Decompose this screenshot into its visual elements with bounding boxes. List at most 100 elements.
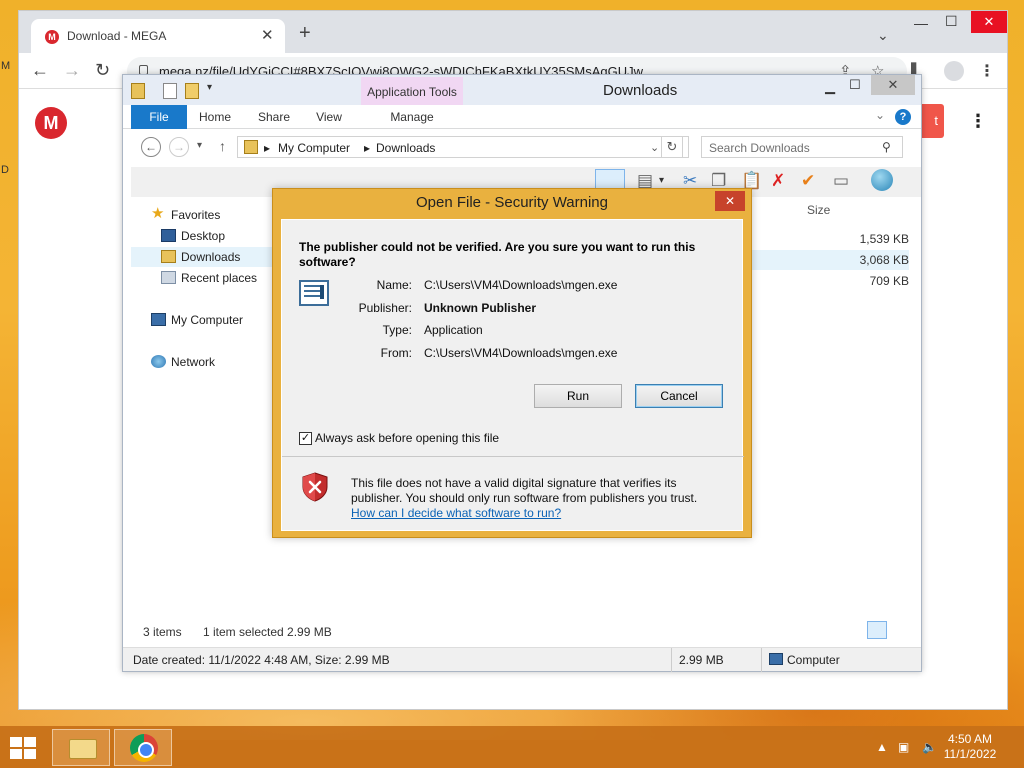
- explorer-maximize-icon[interactable]: ☐: [849, 77, 861, 93]
- explorer-minimize-icon[interactable]: ▁: [825, 79, 835, 95]
- status-bar: Date created: 11/1/2022 4:48 AM, Size: 2…: [123, 647, 921, 672]
- tab-view[interactable]: View: [309, 105, 349, 129]
- field-value-from: C:\Users\VM4\Downloads\mgen.exe: [424, 346, 618, 360]
- help-icon[interactable]: ?: [895, 109, 911, 125]
- nav-label: Desktop: [181, 229, 226, 243]
- tab-search-chevron-icon[interactable]: ⌄: [877, 27, 889, 44]
- new-folder-icon[interactable]: [185, 83, 199, 99]
- always-ask-checkbox[interactable]: ✓: [299, 432, 312, 445]
- dialog-close-button[interactable]: ✕: [715, 191, 745, 211]
- recent-locations-icon[interactable]: ▾: [197, 140, 202, 151]
- taskbar-chrome[interactable]: [114, 729, 172, 766]
- details-view-icon[interactable]: [867, 621, 887, 639]
- nav-label: Network: [171, 355, 216, 369]
- dialog-body: The publisher could not be verified. Are…: [281, 219, 744, 531]
- breadcrumb-separator-icon: ▸: [264, 141, 271, 155]
- tab-file[interactable]: File: [131, 105, 187, 129]
- always-ask-label[interactable]: Always ask before opening this file: [315, 431, 499, 445]
- mega-menu-icon[interactable]: ⋮: [969, 111, 987, 132]
- browser-close-button[interactable]: ✕: [971, 11, 1007, 33]
- search-downloads-input[interactable]: Search Downloads ⚲: [701, 136, 903, 158]
- ribbon-tabs: File Home Share View Manage ⌄ ?: [123, 105, 921, 129]
- explorer-forward-icon[interactable]: →: [169, 137, 189, 157]
- dialog-title: Open File - Security Warning: [415, 194, 608, 211]
- field-key-publisher: Publisher:: [358, 301, 412, 315]
- desktop-icon-label[interactable]: D: [1, 164, 9, 176]
- ribbon-expand-icon[interactable]: ⌄: [875, 108, 885, 122]
- tab-strip: M Download - MEGA ✕ + ⌄ — ☐ ✕: [19, 11, 1007, 53]
- qat-dropdown-icon[interactable]: ▾: [207, 82, 212, 93]
- status-date-size: Date created: 11/1/2022 4:48 AM, Size: 2…: [133, 653, 390, 667]
- explorer-close-button[interactable]: ✕: [871, 75, 915, 95]
- column-header-size[interactable]: Size: [807, 203, 830, 217]
- field-value-publisher: Unknown Publisher: [424, 301, 537, 315]
- search-icon[interactable]: ⚲: [882, 140, 891, 154]
- desktop-icon-label[interactable]: M: [1, 60, 10, 72]
- breadcrumb-my-computer[interactable]: My Computer: [278, 141, 350, 155]
- volume-icon[interactable]: 🔈: [922, 740, 937, 754]
- nav-label: My Computer: [171, 313, 244, 327]
- address-dropdown-icon[interactable]: ⌄: [650, 141, 659, 154]
- field-value-name: C:\Users\VM4\Downloads\mgen.exe: [424, 278, 618, 292]
- address-row: ← → ▾ ↑ ▸ My Computer ▸ Downloads ⌄ ↻ Se…: [123, 131, 921, 165]
- browser-tab[interactable]: M Download - MEGA ✕: [31, 19, 285, 53]
- computer-icon: [151, 313, 166, 326]
- desktop-icon: [161, 229, 176, 242]
- tab-close-icon[interactable]: ✕: [261, 26, 274, 44]
- help-link[interactable]: How can I decide what software to run?: [351, 506, 561, 520]
- maximize-icon[interactable]: ☐: [945, 13, 958, 30]
- breadcrumb-separator-icon: ▸: [364, 141, 371, 155]
- properties-icon[interactable]: [163, 83, 177, 99]
- taskbar: ▲ ▣ 🔈 4:50 AM 11/1/2022: [0, 726, 1024, 768]
- downloads-folder-icon: [161, 250, 176, 263]
- check-icon[interactable]: ✔: [801, 171, 815, 191]
- delete-icon[interactable]: ✗: [771, 171, 785, 191]
- taskbar-file-explorer[interactable]: [52, 729, 110, 766]
- forward-icon[interactable]: →: [63, 61, 81, 79]
- back-icon[interactable]: ←: [31, 61, 49, 79]
- field-key-type: Type:: [382, 323, 412, 337]
- tab-share[interactable]: Share: [249, 105, 299, 129]
- explorer-back-icon[interactable]: ←: [141, 137, 161, 157]
- network-tray-icon[interactable]: ▣: [898, 740, 909, 754]
- start-button[interactable]: [10, 737, 38, 759]
- file-explorer-icon: [69, 739, 97, 759]
- reload-icon[interactable]: ↻: [95, 61, 110, 79]
- run-button[interactable]: Run: [534, 384, 622, 408]
- tab-home[interactable]: Home: [193, 105, 237, 129]
- recent-places-icon: [161, 271, 176, 284]
- up-icon[interactable]: ↑: [219, 138, 226, 154]
- tray-overflow-icon[interactable]: ▲: [876, 740, 888, 754]
- application-tools-label: Application Tools: [361, 77, 463, 107]
- dialog-separator: [282, 456, 744, 457]
- field-value-type: Application: [424, 323, 483, 337]
- explorer-address-bar[interactable]: ▸ My Computer ▸ Downloads ⌄: [237, 136, 689, 158]
- tab-title: Download - MEGA: [67, 29, 167, 43]
- mega-logo[interactable]: M: [35, 107, 67, 139]
- chrome-icon: [130, 734, 158, 762]
- windows-logo-icon: [10, 749, 22, 759]
- new-tab-button[interactable]: +: [299, 23, 311, 43]
- star-icon: ★: [151, 205, 165, 222]
- large-icons-view-icon[interactable]: [891, 621, 911, 639]
- breadcrumb-downloads[interactable]: Downloads: [376, 141, 435, 155]
- windows-logo-icon: [24, 749, 36, 759]
- rename-icon[interactable]: ▭: [833, 171, 849, 191]
- cancel-button[interactable]: Cancel: [635, 384, 723, 408]
- computer-icon: [769, 653, 783, 665]
- minimize-icon[interactable]: —: [914, 15, 928, 31]
- nav-label: Recent places: [181, 271, 258, 285]
- security-shield-icon: [302, 472, 328, 502]
- search-placeholder: Search Downloads: [709, 141, 810, 155]
- browser-menu-icon[interactable]: ⋮: [979, 61, 995, 81]
- globe-icon[interactable]: [871, 169, 893, 191]
- tab-manage[interactable]: Manage: [361, 105, 463, 129]
- taskbar-clock[interactable]: 4:50 AM 11/1/2022: [940, 732, 1000, 762]
- profile-avatar[interactable]: [944, 61, 964, 81]
- field-key-name: Name:: [376, 278, 412, 292]
- refresh-icon[interactable]: ↻: [661, 136, 683, 158]
- file-size: 1,539 KB: [859, 232, 909, 246]
- folder-icon: [131, 83, 145, 99]
- file-size: 709 KB: [869, 274, 909, 288]
- security-warning-dialog: Open File - Security Warning ✕ The publi…: [272, 188, 752, 538]
